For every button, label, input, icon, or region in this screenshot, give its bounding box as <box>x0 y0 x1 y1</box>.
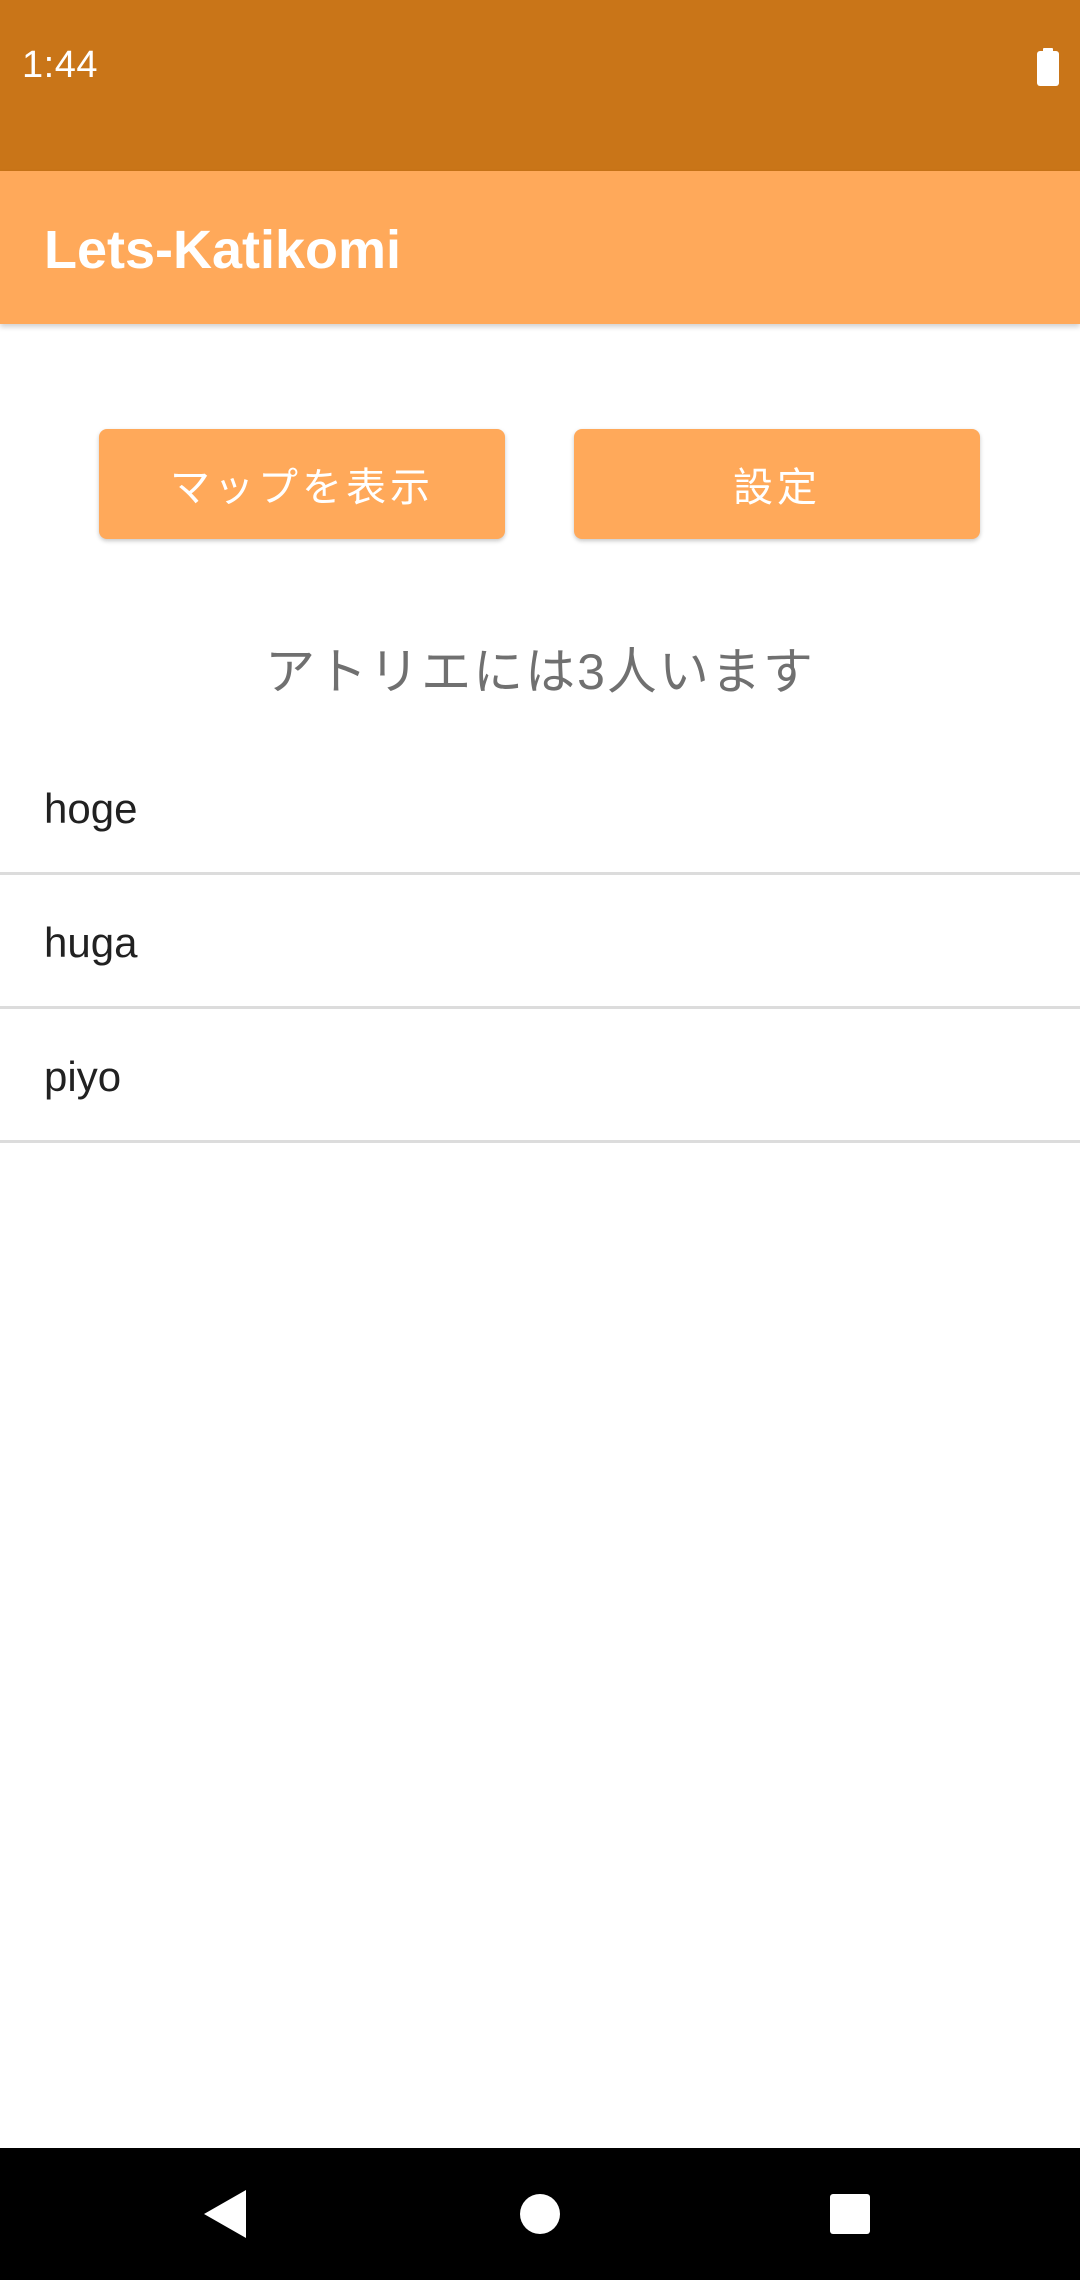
app-bar: Lets-Katikomi <box>0 171 1080 324</box>
list-item[interactable]: hoge <box>0 741 1080 875</box>
show-map-button[interactable]: マップを表示 <box>99 429 505 539</box>
member-count-text: アトリエには3人います <box>265 644 815 700</box>
app-title: Lets-Katikomi <box>44 220 402 280</box>
home-icon[interactable] <box>504 2178 576 2250</box>
battery-icon <box>1036 48 1060 86</box>
back-icon[interactable] <box>190 2178 262 2250</box>
list-item[interactable]: piyo <box>0 1009 1080 1143</box>
status-time: 1:44 <box>22 44 98 86</box>
member-name: hoge <box>44 785 138 832</box>
settings-button[interactable]: 設定 <box>574 429 980 539</box>
recents-icon[interactable] <box>814 2178 886 2250</box>
member-name: piyo <box>44 1053 122 1100</box>
status-bar: 1:44 <box>0 0 1080 171</box>
app-screen: 1:44 Lets-Katikomi マップを表示 設定 アトリエには3人います… <box>0 0 1080 2280</box>
member-name: huga <box>44 919 138 966</box>
member-list: hoge huga piyo <box>0 741 1080 1143</box>
list-item[interactable]: huga <box>0 875 1080 1009</box>
navigation-bar <box>0 2148 1080 2280</box>
